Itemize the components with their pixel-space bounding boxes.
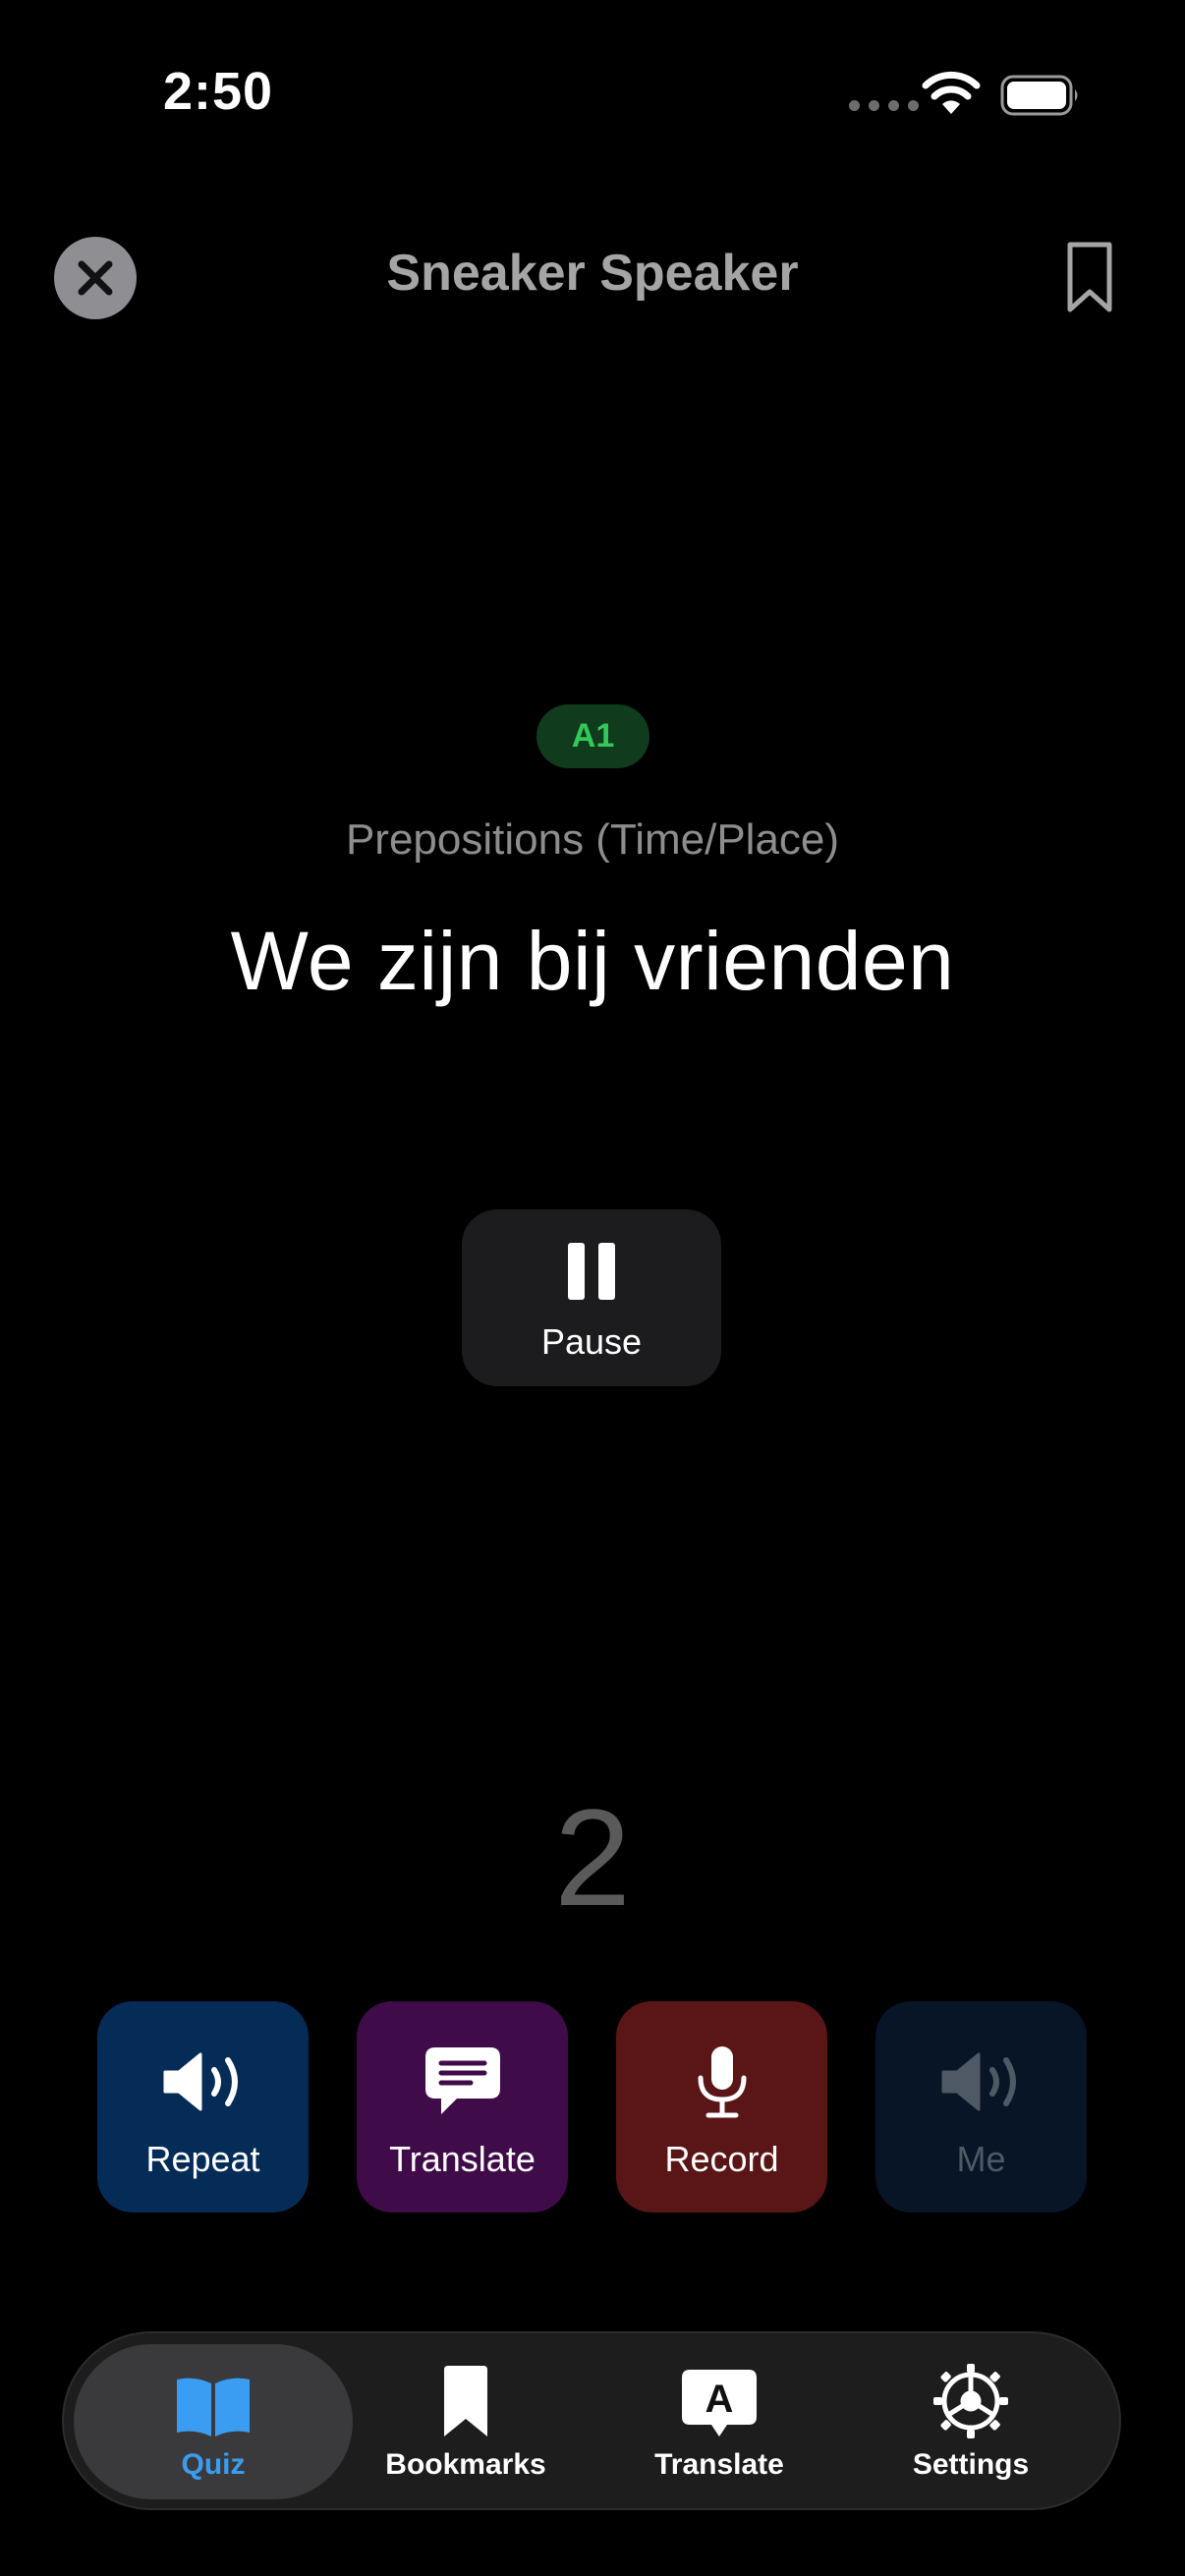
microphone-icon	[698, 2046, 746, 2118]
pause-button[interactable]: Pause	[462, 1209, 721, 1386]
tab-settings[interactable]: Settings	[853, 2358, 1089, 2482]
level-badge: A1	[536, 704, 649, 768]
tab-bookmarks[interactable]: Bookmarks	[348, 2358, 584, 2482]
book-icon	[177, 2378, 250, 2436]
bookmark-icon[interactable]	[1066, 241, 1113, 313]
speaker-icon	[163, 2052, 238, 2111]
tab-quiz-label: Quiz	[181, 2448, 246, 2481]
repeat-label: Repeat	[145, 2139, 260, 2179]
translate-label: Translate	[389, 2139, 536, 2179]
gear-icon	[933, 2364, 1008, 2438]
tab-settings-label: Settings	[912, 2448, 1030, 2481]
tab-bookmarks-label: Bookmarks	[385, 2448, 546, 2481]
tab-quiz[interactable]: Quiz	[95, 2358, 331, 2482]
cellular-signal-icon	[849, 100, 919, 111]
me-label: Me	[956, 2139, 1006, 2179]
countdown-number: 2	[554, 1780, 631, 1934]
repeat-button[interactable]: Repeat	[97, 2001, 309, 2212]
page-title: Sneaker Speaker	[386, 245, 799, 302]
bookmark-icon	[444, 2366, 487, 2436]
sentence-text: We zijn bij vrienden	[230, 915, 955, 1007]
translate-button[interactable]: Translate	[357, 2001, 568, 2212]
status-time: 2:50	[163, 62, 274, 121]
pause-label: Pause	[540, 1321, 643, 1362]
translate-bubble-icon: A	[682, 2370, 757, 2436]
speaker-icon	[941, 2052, 1016, 2111]
battery-icon	[1000, 75, 1078, 116]
speech-bubble-icon	[424, 2047, 500, 2114]
tab-translate-label: Translate	[654, 2448, 784, 2481]
translate-glyph: A	[705, 2378, 734, 2421]
wifi-icon	[922, 71, 981, 114]
category-label: Prepositions (Time/Place)	[345, 815, 840, 864]
tab-translate[interactable]: A Translate	[601, 2358, 837, 2482]
record-label: Record	[664, 2139, 779, 2179]
pause-icon	[568, 1243, 615, 1300]
record-button[interactable]: Record	[616, 2001, 827, 2212]
me-button: Me	[875, 2001, 1087, 2212]
